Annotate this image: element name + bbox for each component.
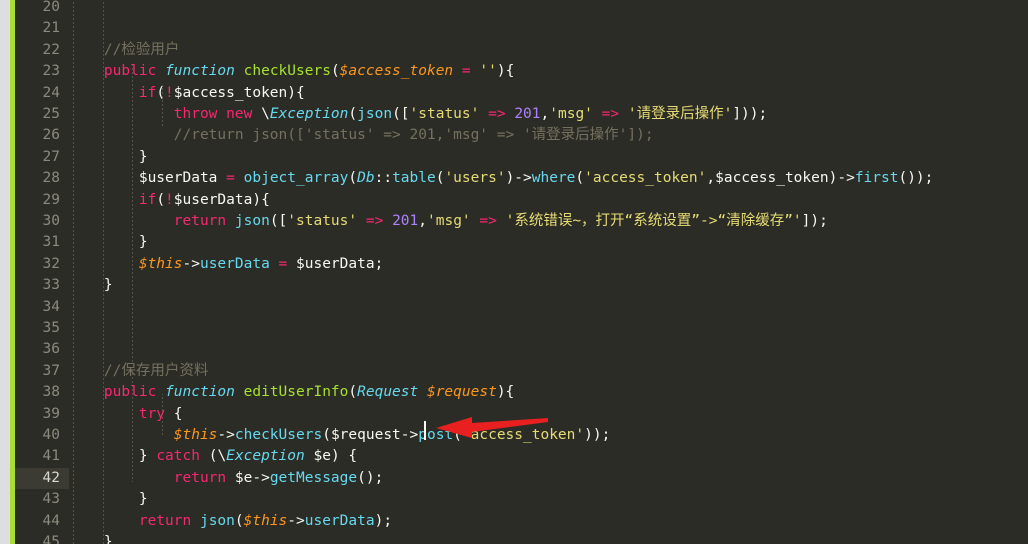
code-line[interactable]: $this->checkUsers($request->post('access… bbox=[69, 425, 611, 446]
gutter-line-number[interactable]: 26 bbox=[15, 125, 69, 146]
gutter-line-number[interactable]: 44 bbox=[15, 511, 69, 532]
code-line[interactable]: } bbox=[69, 232, 148, 253]
gutter-line-number[interactable]: 20 bbox=[15, 0, 69, 18]
gutter-line-number[interactable]: 30 bbox=[15, 211, 69, 232]
gutter-line-number[interactable]: 31 bbox=[15, 232, 69, 253]
gutter-line-number[interactable]: 29 bbox=[15, 190, 69, 211]
code-line[interactable]: } bbox=[69, 275, 113, 296]
code-line[interactable]: } bbox=[69, 147, 148, 168]
editor-scrollbar-track[interactable] bbox=[0, 0, 10, 544]
code-line[interactable]: //检验用户 bbox=[69, 40, 179, 61]
gutter-line-number[interactable]: 36 bbox=[15, 339, 69, 360]
gutter-line-number[interactable]: 35 bbox=[15, 318, 69, 339]
gutter-line-number[interactable]: 22 bbox=[15, 40, 69, 61]
code-line[interactable]: throw new \Exception(json(['status' => 2… bbox=[69, 104, 767, 125]
code-line[interactable]: } catch (\Exception $e) { bbox=[69, 446, 357, 467]
code-line[interactable]: } bbox=[69, 532, 113, 544]
gutter-line-number[interactable]: 32 bbox=[15, 254, 69, 275]
code-line[interactable]: if(!$access_token){ bbox=[69, 83, 305, 104]
gutter-line-number[interactable]: 38 bbox=[15, 382, 69, 403]
gutter-line-number[interactable]: 40 bbox=[15, 425, 69, 446]
gutter-line-number[interactable]: 27 bbox=[15, 147, 69, 168]
gutter-line-number[interactable]: 42 bbox=[15, 467, 69, 490]
gutter-line-number[interactable]: 34 bbox=[15, 297, 69, 318]
gutter-line-number[interactable]: 39 bbox=[15, 404, 69, 425]
gutter-line-number[interactable]: 41 bbox=[15, 446, 69, 467]
code-line[interactable]: public function editUserInfo(Request $re… bbox=[69, 382, 514, 403]
gutter-line-number[interactable]: 43 bbox=[15, 489, 69, 510]
code-line[interactable]: return json(['status' => 201,'msg' => '系… bbox=[69, 211, 828, 232]
code-line[interactable]: //return json(['status' => 201,'msg' => … bbox=[69, 125, 654, 146]
code-line[interactable]: $this->userData = $userData; bbox=[69, 254, 383, 275]
code-line[interactable]: try { bbox=[69, 404, 183, 425]
text-cursor bbox=[424, 421, 426, 440]
editor-change-marker-bar bbox=[10, 0, 15, 544]
code-line[interactable]: return $e->getMessage(); bbox=[69, 468, 384, 489]
code-line[interactable]: } bbox=[69, 489, 148, 510]
code-line[interactable]: return json($this->userData); bbox=[69, 511, 392, 532]
code-line[interactable]: public function checkUsers($access_token… bbox=[69, 61, 514, 82]
code-editor[interactable]: 20 21 22 23 24 25 26 27 28 29 30 31 32 33 34 35 36 37 38 39… bbox=[0, 0, 1028, 544]
line-number-gutter[interactable]: 20 21 22 23 24 25 26 27 28 29 30 31 32 33 34 35 36 37 38 39… bbox=[15, 0, 69, 544]
gutter-line-number[interactable]: 23 bbox=[15, 61, 69, 82]
gutter-line-number[interactable]: 24 bbox=[15, 83, 69, 104]
gutter-line-number[interactable]: 21 bbox=[15, 18, 69, 39]
gutter-line-number[interactable]: 25 bbox=[15, 104, 69, 125]
code-content-area[interactable]: //检验用户 public function checkUsers($acces… bbox=[69, 0, 1028, 544]
code-line[interactable]: $userData = object_array(Db::table('user… bbox=[69, 168, 934, 189]
gutter-line-number[interactable]: 28 bbox=[15, 168, 69, 189]
code-line[interactable]: //保存用户资料 bbox=[69, 361, 208, 382]
gutter-line-number[interactable]: 45 bbox=[15, 532, 69, 544]
code-line[interactable]: if(!$userData){ bbox=[69, 190, 270, 211]
gutter-line-number[interactable]: 37 bbox=[15, 361, 69, 382]
gutter-line-number[interactable]: 33 bbox=[15, 275, 69, 296]
